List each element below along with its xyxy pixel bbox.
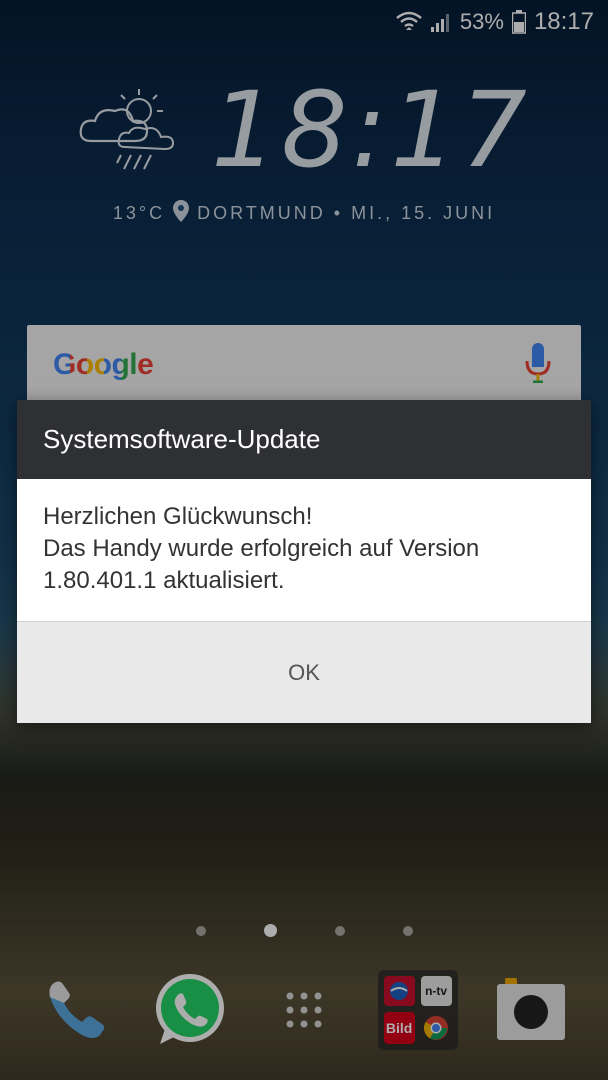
dialog-title: Systemsoftware-Update: [17, 400, 591, 479]
dialog-message: Herzlichen Glückwunsch! Das Handy wurde …: [17, 479, 591, 621]
ok-button[interactable]: OK: [17, 622, 591, 723]
system-update-dialog: Systemsoftware-Update Herzlichen Glückwu…: [17, 400, 591, 723]
dialog-message-line1: Herzlichen Glückwunsch!: [43, 503, 313, 530]
dialog-message-line2: Das Handy wurde erfolgreich auf Version: [43, 535, 480, 562]
dialog-footer: OK: [17, 621, 591, 723]
dialog-message-line3: 1.80.401.1 aktualisiert.: [43, 567, 285, 594]
